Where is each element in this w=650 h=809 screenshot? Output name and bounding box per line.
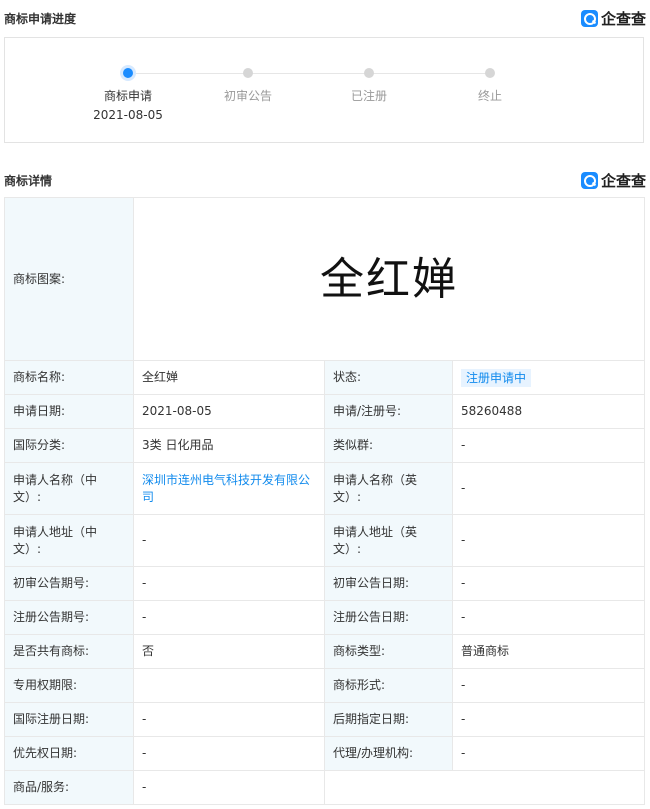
field-value: 2021-08-05	[133, 394, 325, 429]
progress-step-preliminary: 初审公告	[188, 68, 308, 104]
trademark-image-label: 商标图案:	[4, 197, 134, 361]
qichacha-logo-icon	[580, 171, 598, 189]
status-cell: 注册申请中	[451, 360, 646, 395]
table-row: 是否共有商标: 否 商标类型: 普通商标	[4, 634, 646, 669]
field-value: -	[133, 566, 325, 601]
progress-dot	[243, 68, 253, 78]
field-label: 专用权期限:	[4, 668, 134, 703]
field-label: 类似群:	[324, 428, 453, 463]
field-label: 申请人地址（中文）:	[4, 514, 134, 567]
field-value: -	[133, 600, 325, 635]
field-label: 国际分类:	[4, 428, 134, 463]
progress-step-terminated: 终止	[430, 68, 550, 104]
table-row: 优先权日期: - 代理/办理机构: -	[4, 736, 646, 771]
field-label: 申请/注册号:	[324, 394, 453, 429]
status-badge: 注册申请中	[461, 368, 532, 387]
field-value: -	[133, 514, 325, 567]
table-row: 商品/服务: -	[4, 770, 646, 805]
field-value: -	[451, 566, 646, 601]
table-row: 注册公告期号: - 注册公告日期: -	[4, 600, 646, 635]
progress-section-title: 商标申请进度	[4, 11, 77, 26]
field-label: 商标形式:	[324, 668, 453, 703]
field-value	[133, 668, 325, 703]
field-value: -	[451, 736, 646, 771]
field-label: 后期指定日期:	[324, 702, 453, 737]
goods-services-value: -	[133, 770, 325, 805]
application-progress-panel: 商标申请 2021-08-05 初审公告 已注册 终止	[4, 37, 644, 143]
field-value: 普通商标	[451, 634, 646, 669]
progress-dot	[485, 68, 495, 78]
goods-services-label: 商品/服务:	[4, 770, 134, 805]
field-label: 国际注册日期:	[4, 702, 134, 737]
field-label: 注册公告日期:	[324, 600, 453, 635]
field-label: 是否共有商标:	[4, 634, 134, 669]
field-label: 商标名称:	[4, 360, 134, 395]
progress-step-date: 2021-08-05	[93, 108, 163, 122]
progress-section-header: 商标申请进度 企查查	[4, 7, 646, 29]
field-value: -	[451, 702, 646, 737]
progress-step-label: 初审公告	[223, 89, 272, 103]
applicant-company-link[interactable]: 深圳市连州电气科技开发有限公司	[142, 473, 310, 504]
field-label: 申请人名称（英文）:	[324, 462, 453, 515]
field-value: -	[451, 668, 646, 703]
field-value: -	[451, 514, 646, 567]
field-value: 否	[133, 634, 325, 669]
progress-dot-active	[123, 68, 133, 78]
table-row: 申请人地址（中文）: - 申请人地址（英文）: -	[4, 514, 646, 567]
progress-dot	[364, 68, 374, 78]
field-value: -	[133, 702, 325, 737]
table-row: 商标名称: 全红婵 状态: 注册申请中	[4, 360, 646, 395]
details-section-title: 商标详情	[4, 173, 53, 188]
field-label: 初审公告日期:	[324, 566, 453, 601]
progress-step-apply: 商标申请 2021-08-05	[68, 68, 188, 123]
field-value: -	[451, 462, 646, 515]
field-value: 3类 日化用品	[133, 428, 325, 463]
details-section-header: 商标详情 企查查	[4, 169, 646, 191]
field-value: -	[133, 736, 325, 771]
table-row: 商标图案: 全红婵	[4, 197, 646, 361]
field-value: -	[451, 428, 646, 463]
qichacha-logo-icon	[580, 9, 598, 27]
field-label: 商标类型:	[324, 634, 453, 669]
qichacha-logo-text: 企查查	[600, 9, 646, 28]
table-row: 专用权期限: 商标形式: -	[4, 668, 646, 703]
progress-step-label: 商标申请	[103, 89, 152, 103]
table-row: 国际注册日期: - 后期指定日期: -	[4, 702, 646, 737]
empty-cell	[323, 770, 646, 805]
field-value: 全红婵	[133, 360, 325, 395]
trademark-image-cell: 全红婵	[132, 197, 646, 361]
field-label: 申请人名称（中文）:	[4, 462, 134, 515]
field-label: 优先权日期:	[4, 736, 134, 771]
trademark-detail-table: 商标图案: 全红婵 商标名称: 全红婵 状态: 注册申请中 申请日期: 2021…	[4, 197, 646, 805]
table-row: 申请日期: 2021-08-05 申请/注册号: 58260488	[4, 394, 646, 429]
field-label: 代理/办理机构:	[324, 736, 453, 771]
field-label: 注册公告期号:	[4, 600, 134, 635]
field-value: 58260488	[451, 394, 646, 429]
field-label: 申请日期:	[4, 394, 134, 429]
qichacha-logo-text: 企查查	[600, 171, 646, 190]
qichacha-logo[interactable]: 企查查	[580, 170, 646, 191]
table-row: 申请人名称（中文）: 深圳市连州电气科技开发有限公司 申请人名称（英文）: -	[4, 462, 646, 515]
progress-step-label: 终止	[477, 89, 502, 103]
table-row: 初审公告期号: - 初审公告日期: -	[4, 566, 646, 601]
qichacha-logo[interactable]: 企查查	[580, 8, 646, 29]
field-label: 申请人地址（英文）:	[324, 514, 453, 567]
field-label: 初审公告期号:	[4, 566, 134, 601]
table-row: 国际分类: 3类 日化用品 类似群: -	[4, 428, 646, 463]
trademark-image: 全红婵	[320, 253, 459, 305]
field-label: 状态:	[324, 360, 453, 395]
field-value: -	[451, 600, 646, 635]
progress-step-registered: 已注册	[309, 68, 429, 104]
progress-step-label: 已注册	[350, 89, 387, 103]
applicant-name-cell: 深圳市连州电气科技开发有限公司	[133, 462, 325, 515]
